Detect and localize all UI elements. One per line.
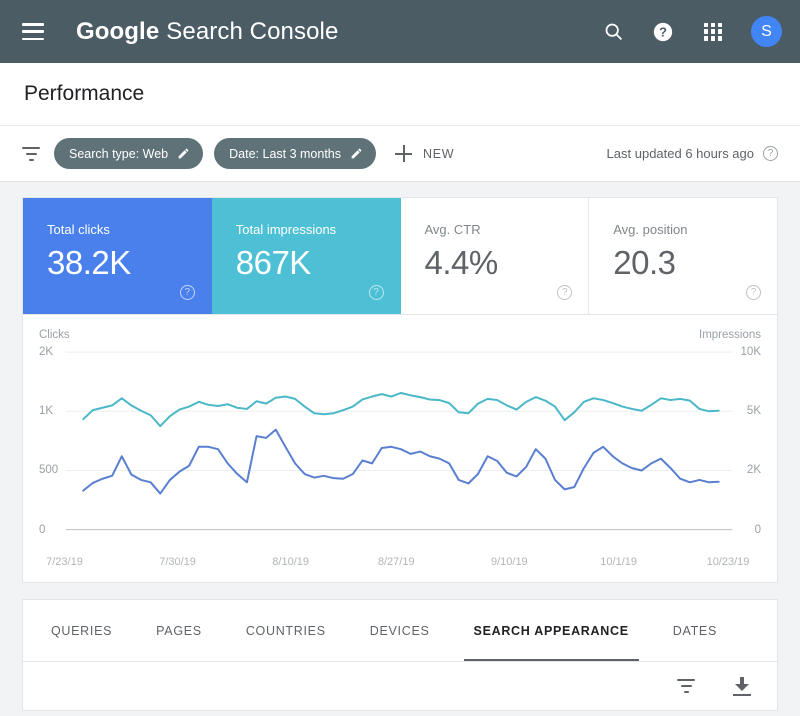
hamburger-menu-icon[interactable] [22, 23, 44, 40]
performance-chart-card: Clicks Impressions 2K 1K 500 0 10K 5K 2K 0 7/2… [22, 315, 778, 583]
chart-gridlines [66, 352, 733, 529]
chart-x-tick-label: 10/1/19 [600, 556, 638, 568]
metric-value: 20.3 [613, 244, 676, 281]
filter-chip-date[interactable]: Date: Last 3 months [214, 138, 377, 169]
metric-card-avg-position[interactable]: Avg. position 20.3 ? [589, 198, 777, 314]
chart-x-tick-label: 9/10/19 [490, 556, 528, 568]
brand-product: Search Console [166, 17, 339, 45]
tab-label: SEARCH APPEARANCE [473, 623, 629, 638]
download-icon[interactable] [733, 676, 751, 696]
content-area: Total clicks 38.2K ? Total impressions 8… [0, 182, 800, 711]
chart-series [83, 393, 718, 494]
performance-chart[interactable]: Clicks Impressions 2K 1K 500 0 10K 5K 2K 0 7/2… [23, 329, 777, 574]
help-outline-icon[interactable]: ? [746, 285, 761, 300]
chart-plot-area [23, 329, 777, 574]
last-updated-text: Last updated 6 hours ago [606, 146, 754, 161]
new-filter-button[interactable]: NEW [395, 145, 454, 162]
metric-value: 4.4% [424, 244, 499, 281]
apps-grid-icon[interactable] [701, 20, 725, 44]
appbar-actions: ? S [601, 16, 782, 47]
filter-icon[interactable] [677, 679, 695, 693]
help-outline-icon[interactable]: ? [763, 146, 778, 161]
chart-x-tick-label: 10/23/19 [706, 556, 750, 568]
plus-icon [395, 145, 413, 162]
chart-line-impressions [83, 393, 718, 426]
chart-tick-label: 0 [39, 523, 46, 536]
tab-dates[interactable]: DATES [651, 600, 739, 661]
pencil-icon [177, 147, 190, 160]
help-outline-icon[interactable]: ? [179, 285, 195, 300]
app-bar: Google Search Console ? S [0, 0, 800, 63]
filter-bar: Search type: Web Date: Last 3 months NEW… [0, 125, 800, 182]
chart-x-tick-label: 8/27/19 [377, 556, 415, 568]
metric-card-avg-ctr[interactable]: Avg. CTR 4.4% ? [401, 198, 590, 314]
chart-line-clicks [83, 430, 718, 494]
chart-x-tick-label: 7/23/19 [46, 556, 83, 568]
chart-x-tick-label: 8/10/19 [272, 556, 310, 568]
metric-label: Total clicks [47, 222, 110, 237]
last-updated: Last updated 6 hours ago ? [607, 146, 778, 161]
dimension-tabs: QUERIES PAGES COUNTRIES DEVICES SEARCH APPEA… [23, 600, 777, 662]
chart-tick-label: 1K [39, 405, 54, 418]
dimension-tabs-card: QUERIES PAGES COUNTRIES DEVICES SEARCH APPEA… [22, 599, 778, 711]
tab-label: PAGES [156, 623, 202, 638]
page-title: Performance [24, 82, 145, 105]
metric-label: Total impressions [235, 222, 337, 237]
chart-tick-label: 2K [39, 346, 54, 359]
svg-text:?: ? [659, 24, 667, 39]
table-toolbar [23, 662, 777, 710]
chart-x-axis-labels: 7/23/19 7/30/19 8/10/19 8/27/19 9/10/19 10/1/… [23, 556, 777, 572]
filter-icon[interactable] [22, 146, 40, 161]
filter-chip-search-type[interactable]: Search type: Web [54, 138, 204, 169]
chart-tick-label: 10K [740, 346, 761, 359]
brand-google: Google [76, 17, 160, 45]
chart-x-tick-label: 7/30/19 [159, 556, 196, 568]
help-outline-icon[interactable]: ? [368, 285, 384, 300]
metric-cards: Total clicks 38.2K ? Total impressions 8… [22, 197, 778, 315]
metric-value: 867K [235, 244, 312, 281]
tab-countries[interactable]: COUNTRIES [224, 600, 348, 661]
new-filter-label: NEW [423, 146, 455, 161]
filter-chip-date-label: Date: Last 3 months [229, 146, 342, 161]
tab-devices[interactable]: DEVICES [348, 600, 452, 661]
chart-tick-label: 2K [746, 464, 761, 477]
brand-title: Google Search Console [76, 18, 338, 46]
avatar[interactable]: S [751, 16, 782, 47]
tab-label: DEVICES [369, 623, 430, 638]
tab-label: QUERIES [51, 623, 113, 638]
metric-card-total-impressions[interactable]: Total impressions 867K ? [211, 198, 401, 314]
metric-label: Avg. CTR [424, 222, 481, 237]
filter-chip-search-type-label: Search type: Web [69, 146, 169, 161]
chart-tick-label: 500 [39, 464, 59, 477]
metric-value: 38.2K [47, 244, 131, 281]
chart-tick-label: 5K [746, 405, 761, 418]
search-icon[interactable] [601, 20, 625, 44]
help-outline-icon[interactable]: ? [557, 285, 573, 300]
help-icon[interactable]: ? [651, 20, 675, 44]
tab-label: COUNTRIES [245, 623, 326, 638]
tab-pages[interactable]: PAGES [134, 600, 224, 661]
page-title-bar: Performance [0, 63, 800, 125]
metric-label: Avg. position [613, 222, 688, 237]
tab-queries[interactable]: QUERIES [29, 600, 134, 661]
metric-card-total-clicks[interactable]: Total clicks 38.2K ? [23, 198, 212, 314]
tab-label: DATES [672, 623, 717, 638]
chart-tick-label: 0 [754, 523, 761, 536]
pencil-icon [350, 147, 363, 160]
tab-search-appearance[interactable]: SEARCH APPEARANCE [452, 600, 651, 661]
